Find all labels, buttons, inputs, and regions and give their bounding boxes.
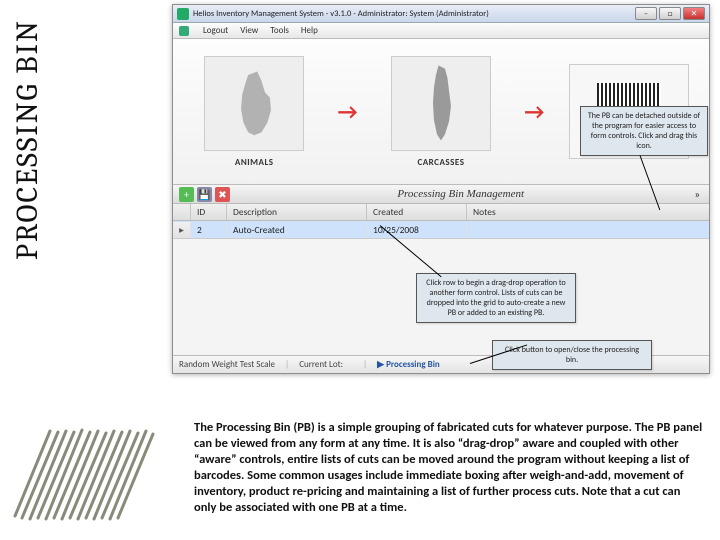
save-icon[interactable]: 💾 [197,187,212,202]
delete-icon[interactable]: ✖ [215,187,230,202]
status-lot-label: Current Lot: [299,359,343,370]
callout-open: Click button to open/close the processin… [492,340,652,370]
flow-carcasses[interactable]: CARCASSES [382,56,500,168]
arrow-icon: → [524,98,544,125]
cell-description: Auto-Created [227,222,367,238]
status-sep: | [285,359,289,370]
bold-run: The Processing Bin (PB) is a simple grou… [194,420,702,515]
cell-notes [467,228,709,232]
logout-icon[interactable] [179,26,189,36]
grid-header-created[interactable]: Created [367,204,467,220]
cell-id: 2 [191,222,227,238]
close-button[interactable]: ✕ [683,7,705,20]
menu-tools[interactable]: Tools [270,25,289,36]
status-processing-bin[interactable]: ▶ Processing Bin [377,359,440,370]
titlebar-left: Helios Inventory Management System - v3.… [177,8,489,20]
grid-header: ID Description Created Notes [173,204,709,221]
scribble-decoration [10,426,158,521]
callout-detach: The PB can be detached outside of the pr… [580,106,708,156]
grid-header-id[interactable]: ID [191,204,227,220]
callout-row: Click row to begin a drag-drop operation… [416,273,576,323]
flow-animals[interactable]: ANIMALS [195,56,313,168]
carcasses-image [391,56,491,151]
status-scale: Random Weight Test Scale [179,359,275,370]
grid: ID Description Created Notes ▸ 2 Auto-Cr… [173,204,709,239]
animals-label: ANIMALS [195,157,313,168]
section-header: + 💾 ✖ Processing Bin Management » [173,184,709,204]
toolbar-icons: + 💾 ✖ [179,187,230,202]
grid-header-notes[interactable]: Notes [467,204,709,220]
detach-handle[interactable]: » [691,188,703,201]
grid-header-description[interactable]: Description [227,204,367,220]
menubar: Logout View Tools Help [173,23,709,39]
window-controls: – □ ✕ [635,7,705,20]
window-title: Helios Inventory Management System - v3.… [193,9,489,19]
table-row[interactable]: ▸ 2 Auto-Created 10/25/2008 [173,221,709,238]
body-paragraph: The Processing Bin (PB) is a simple grou… [194,420,704,516]
grid-header-marker [173,204,191,220]
titlebar[interactable]: Helios Inventory Management System - v3.… [173,5,709,23]
slide: PROCESSING BIN Helios Inventory Manageme… [0,0,720,540]
side-title: PROCESSING BIN [10,19,45,260]
arrow-icon: → [338,98,358,125]
menu-logout[interactable]: Logout [203,25,228,36]
cell-created: 10/25/2008 [367,222,467,238]
app-icon [177,8,189,20]
left-column: PROCESSING BIN [0,0,165,540]
row-marker: ▸ [173,222,191,238]
maximize-button[interactable]: □ [659,7,681,20]
minimize-button[interactable]: – [635,7,657,20]
status-sep: | [363,359,367,370]
menu-view[interactable]: View [240,25,258,36]
menu-help[interactable]: Help [301,25,318,36]
section-title: Processing Bin Management [397,188,524,200]
animals-image [204,56,304,151]
add-icon[interactable]: + [179,187,194,202]
carcasses-label: CARCASSES [382,157,500,168]
